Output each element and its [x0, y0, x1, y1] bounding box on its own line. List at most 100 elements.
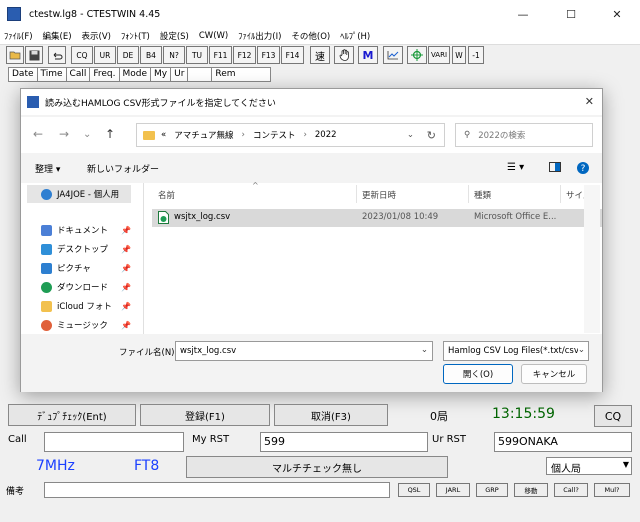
col-blank[interactable] — [188, 68, 213, 81]
call-query-button[interactable]: Call? — [554, 483, 588, 497]
open-button[interactable]: 開く(O) — [443, 364, 513, 384]
f13-key[interactable]: F13 — [257, 46, 280, 64]
col-mode[interactable]: Mode — [120, 68, 152, 81]
nav-item-pictures[interactable]: ピクチャ 📌 — [27, 259, 131, 277]
multi-query-button[interactable]: Mul? — [594, 483, 630, 497]
col-ur[interactable]: Ur — [171, 68, 189, 81]
column-name[interactable]: 名前 — [158, 189, 175, 201]
column-divider[interactable] — [356, 185, 357, 203]
breadcrumb-amateur-radio[interactable]: アマチュア無線 — [174, 129, 233, 141]
col-freq[interactable]: Freq. — [90, 68, 120, 81]
history-dropdown-icon[interactable]: ⌄ — [83, 129, 91, 140]
dialog-cancel-button[interactable]: キャンセル — [521, 364, 587, 384]
qsl-button[interactable]: QSL — [398, 483, 430, 497]
nav-item-music[interactable]: ミュージック 📌 — [27, 316, 131, 334]
filename-input[interactable]: wsjtx_log.csv ⌄ — [175, 341, 433, 361]
speed-button[interactable]: 速 — [310, 46, 330, 64]
filter-dropdown-icon[interactable]: ⌄ — [577, 345, 585, 355]
dialog-title: 読み込むHAMLOG CSV形式ファイルを指定してください — [45, 98, 276, 109]
tu-key[interactable]: TU — [186, 46, 208, 64]
back-arrow-icon[interactable]: ← — [33, 127, 43, 141]
organize-button[interactable]: 整理 ▾ — [35, 162, 60, 175]
preview-pane-icon[interactable] — [549, 162, 561, 175]
target-icon[interactable] — [407, 46, 427, 64]
minus-one-button[interactable]: -1 — [468, 46, 484, 64]
vertical-scrollbar[interactable] — [584, 185, 600, 333]
nav-item-icloud-photos[interactable]: iCloud フォト 📌 — [27, 297, 131, 315]
menu-other[interactable]: その他(O) — [291, 30, 330, 42]
m-button[interactable]: M — [358, 46, 378, 64]
help-icon[interactable]: ? — [577, 162, 589, 177]
jarl-button[interactable]: JARL — [436, 483, 470, 497]
refresh-icon[interactable]: ↻ — [427, 129, 436, 142]
f14-key[interactable]: F14 — [281, 46, 304, 64]
n-query-key[interactable]: N? — [163, 46, 185, 64]
grp-button[interactable]: GRP — [476, 483, 508, 497]
menu-cw[interactable]: CW(W) — [199, 31, 228, 41]
open-icon[interactable] — [6, 46, 24, 64]
nav-item-desktop[interactable]: デスクトップ 📌 — [27, 240, 131, 258]
new-folder-button[interactable]: 新しいフォルダー — [87, 162, 159, 175]
mode-display[interactable]: FT8 — [134, 458, 159, 474]
cq-button[interactable]: CQ — [594, 405, 632, 427]
ur-rst-input[interactable]: 599ONAKA — [494, 432, 632, 452]
remarks-input[interactable] — [44, 482, 390, 498]
up-arrow-icon[interactable]: ↑ — [105, 127, 115, 141]
portable-button[interactable]: 移動 — [514, 483, 548, 497]
column-divider[interactable] — [468, 185, 469, 203]
file-row[interactable]: wsjtx_log.csv 2023/01/08 10:49 Microsoft… — [152, 209, 602, 227]
cancel-entry-button[interactable]: 取消(F3) — [274, 404, 388, 426]
graph-icon[interactable] — [383, 46, 403, 64]
menu-edit[interactable]: 編集(E) — [43, 30, 72, 42]
menu-file-output[interactable]: ﾌｧｲﾙ出力(I) — [238, 30, 281, 42]
cq-key[interactable]: CQ — [71, 46, 93, 64]
column-type[interactable]: 種類 — [474, 189, 491, 201]
nav-item-downloads[interactable]: ダウンロード 📌 — [27, 278, 131, 296]
call-input[interactable] — [44, 432, 184, 452]
hand-icon[interactable] — [334, 46, 354, 64]
nav-item-onedrive[interactable]: JA4JOE - 個人用 — [27, 185, 131, 203]
dialog-close-button[interactable]: ✕ — [585, 95, 594, 108]
maximize-button[interactable]: ☐ — [548, 0, 594, 28]
undo-icon[interactable] — [48, 46, 66, 64]
de-key[interactable]: DE — [117, 46, 139, 64]
ur-key[interactable]: UR — [94, 46, 116, 64]
multi-check-status[interactable]: マルチチェック無し — [186, 456, 448, 478]
col-date[interactable]: Date — [9, 68, 38, 81]
menu-settings[interactable]: 設定(S) — [160, 30, 189, 42]
address-dropdown-icon[interactable]: ⌄ — [407, 130, 414, 140]
f11-key[interactable]: F11 — [209, 46, 232, 64]
filename-dropdown-icon[interactable]: ⌄ — [421, 345, 428, 355]
f12-key[interactable]: F12 — [233, 46, 256, 64]
my-rst-input[interactable]: 599 — [260, 432, 428, 452]
breadcrumb-overflow[interactable]: « — [161, 130, 166, 140]
forward-arrow-icon[interactable]: → — [59, 127, 69, 141]
menu-font[interactable]: ﾌｫﾝﾄ(T) — [121, 30, 150, 42]
search-input[interactable]: ⚲ 2022の検索 — [455, 123, 593, 147]
address-bar[interactable]: « アマチュア無線 › コンテスト › 2022 ⌄ ↻ — [136, 123, 445, 147]
close-button[interactable]: ✕ — [594, 0, 640, 28]
col-my[interactable]: My — [151, 68, 172, 81]
menu-help[interactable]: ﾍﾙﾌﾟ(H) — [340, 30, 370, 42]
dupe-check-button[interactable]: ﾃﾞｭﾌﾟﾁｪｯｸ(Ent) — [8, 404, 136, 426]
col-call[interactable]: Call — [67, 68, 91, 81]
file-type-filter[interactable]: Hamlog CSV Log Files(*.txt/csv) ⌄ — [443, 341, 589, 361]
view-options-icon[interactable]: ☰ ▾ — [507, 162, 524, 173]
category-select[interactable]: 個人局 ▼ — [546, 457, 632, 475]
breadcrumb-contest[interactable]: コンテスト — [253, 129, 296, 141]
menu-view[interactable]: 表示(V) — [82, 30, 111, 42]
w-button[interactable]: W — [452, 46, 466, 64]
b4-key[interactable]: B4 — [140, 46, 162, 64]
col-rem[interactable]: Rem — [212, 68, 270, 81]
vari-button[interactable]: VARI — [428, 46, 450, 64]
save-icon[interactable] — [25, 46, 43, 64]
column-date[interactable]: 更新日時 — [362, 189, 396, 201]
register-button[interactable]: 登録(F1) — [140, 404, 270, 426]
breadcrumb-2022[interactable]: 2022 — [315, 130, 337, 140]
minimize-button[interactable]: — — [500, 0, 546, 28]
band-display[interactable]: 7MHz — [36, 458, 75, 474]
menu-file[interactable]: ﾌｧｲﾙ(F) — [4, 30, 33, 42]
col-time[interactable]: Time — [38, 68, 67, 81]
column-divider[interactable] — [560, 185, 561, 203]
nav-item-documents[interactable]: ドキュメント 📌 — [27, 221, 131, 239]
